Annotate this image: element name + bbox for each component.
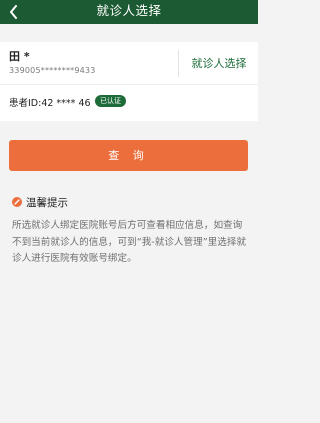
- verified-badge: 已认证: [95, 95, 126, 107]
- patient-card: 田 * 339005********9433 就诊人选择 患者ID:42 ***…: [0, 42, 258, 121]
- query-button[interactable]: 查 询: [9, 140, 248, 171]
- vertical-divider: [178, 50, 179, 77]
- patient-id-card-number: 339005********9433: [9, 66, 96, 75]
- patient-selection-page: 就诊人选择 田 * 339005********9433 就诊人选择 患者ID:…: [0, 0, 258, 423]
- patient-name: 田 *: [9, 50, 30, 63]
- tip-header: 温馨提示: [12, 196, 68, 209]
- select-patient-button[interactable]: 就诊人选择: [186, 50, 252, 77]
- page-title: 就诊人选择: [96, 3, 162, 18]
- tip-content: 所选就诊人绑定医院账号后方可查看相应信息，如查询 不到当前就诊人的信息，可到“我…: [12, 220, 247, 264]
- pencil-icon: [12, 197, 22, 207]
- card-divider: [0, 84, 258, 85]
- tip-title: 温馨提示: [26, 196, 68, 209]
- patient-id: 患者ID:42 **** 46: [9, 98, 91, 109]
- top-navigation-bar: 就诊人选择: [0, 0, 258, 24]
